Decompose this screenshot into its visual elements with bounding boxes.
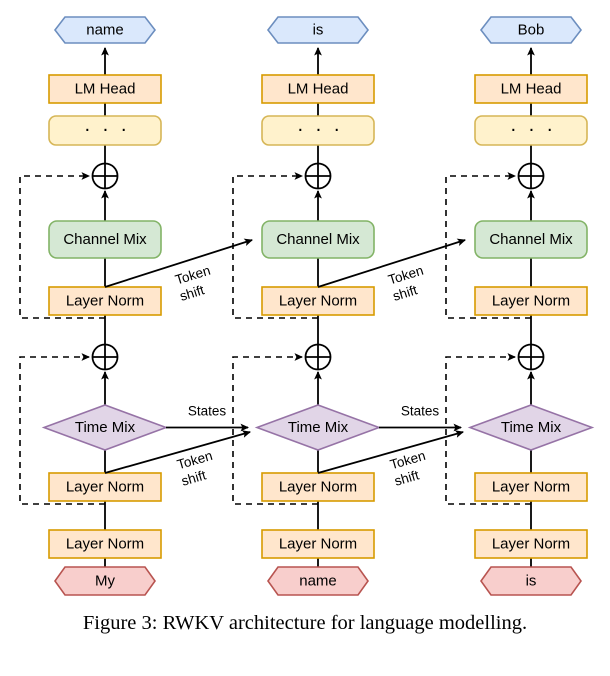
token-shift-time-label-1-2: Token shift	[388, 448, 427, 489]
time-mix-label-0: Time Mix	[75, 419, 136, 436]
lm-head-label-2: LM Head	[501, 80, 562, 97]
figure-caption: Figure 3: RWKV architecture for language…	[82, 612, 528, 634]
input-token-label-1: name	[299, 572, 337, 589]
ellipsis-label-0: · · ·	[84, 118, 130, 140]
column-1: is LM Head · · · Channel Mix Layer Norm …	[232, 16, 382, 596]
layer-norm-time-label-2: Layer Norm	[492, 478, 570, 495]
column-0: name LM Head · · · Channel Mix Layer Nor…	[19, 16, 169, 596]
layer-norm-time-label-1: Layer Norm	[279, 478, 357, 495]
token-shift-channel-line1-1-2: Token	[386, 263, 425, 288]
token-shift-channel-label-0-1: Token shift	[173, 263, 212, 304]
cross-column-edges: Token shift Token shift States States To…	[104, 238, 466, 489]
ellipsis-label-1: · · ·	[297, 118, 343, 140]
token-shift-time-label-0-1: Token shift	[175, 448, 214, 489]
states-label-0-1: States	[188, 404, 227, 419]
lm-head-label-1: LM Head	[288, 80, 349, 97]
layer-norm-embed-label-2: Layer Norm	[492, 535, 570, 552]
channel-mix-label-2: Channel Mix	[489, 231, 573, 248]
channel-mix-label-1: Channel Mix	[276, 231, 360, 248]
token-shift-channel-label-1-2: Token shift	[386, 263, 425, 304]
layer-norm-channel-label-0: Layer Norm	[66, 292, 144, 309]
layer-norm-time-label-0: Layer Norm	[66, 478, 144, 495]
output-token-label-0: name	[86, 21, 124, 38]
time-mix-label-1: Time Mix	[288, 419, 349, 436]
layer-norm-channel-label-1: Layer Norm	[279, 292, 357, 309]
channel-mix-label-0: Channel Mix	[63, 231, 147, 248]
token-shift-channel-line1-0-1: Token	[173, 263, 212, 288]
states-label-1-2: States	[401, 404, 440, 419]
output-token-label-1: is	[313, 21, 324, 38]
input-token-label-0: My	[95, 572, 115, 589]
input-token-label-2: is	[526, 572, 537, 589]
layer-norm-embed-label-1: Layer Norm	[279, 535, 357, 552]
layer-norm-channel-label-2: Layer Norm	[492, 292, 570, 309]
output-token-label-2: Bob	[518, 21, 545, 38]
figure-container: name LM Head · · · Channel Mix Layer Nor…	[0, 0, 610, 676]
ellipsis-label-2: · · ·	[510, 118, 556, 140]
lm-head-label-0: LM Head	[75, 80, 136, 97]
column-2: Bob LM Head · · · Channel Mix Layer Norm…	[445, 16, 595, 596]
layer-norm-embed-label-0: Layer Norm	[66, 535, 144, 552]
rwkv-architecture-diagram: name LM Head · · · Channel Mix Layer Nor…	[19, 16, 595, 596]
time-mix-label-2: Time Mix	[501, 419, 562, 436]
